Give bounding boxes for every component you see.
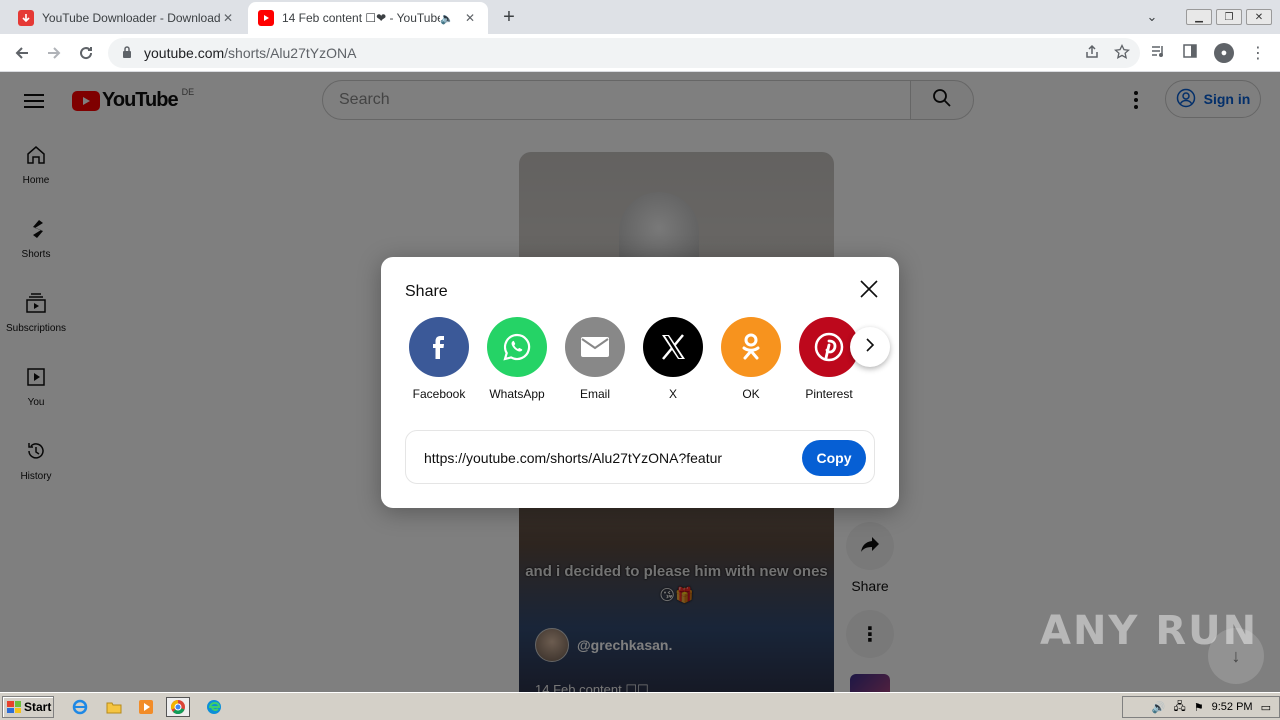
close-icon: [859, 279, 879, 304]
share-ok[interactable]: OK: [721, 317, 781, 401]
minimize-button[interactable]: ▁: [1186, 9, 1212, 25]
share-email[interactable]: Email: [565, 317, 625, 401]
show-desktop-icon[interactable]: ▭: [1261, 701, 1271, 714]
share-whatsapp[interactable]: WhatsApp: [487, 317, 547, 401]
internet-explorer-icon[interactable]: [68, 697, 92, 717]
share-dialog-title: Share: [405, 283, 448, 300]
system-tray: 🔊 🖧 ⚑ 9:52 PM ▭: [1122, 696, 1280, 718]
windows-flag-icon: [7, 701, 21, 713]
download-favicon-icon: [18, 10, 34, 26]
close-dialog-button[interactable]: [855, 277, 883, 305]
share-page-icon[interactable]: [1084, 44, 1100, 63]
volume-icon[interactable]: 🔊: [1152, 701, 1166, 714]
browser-tabstrip: YouTube Downloader - Download YouTube ✕ …: [0, 0, 1280, 34]
x-icon: [643, 317, 703, 377]
share-option-label: OK: [742, 387, 760, 401]
tab-title: 14 Feb content ☐❤ - YouTube: [282, 11, 441, 25]
youtube-favicon-icon: [258, 10, 274, 26]
action-center-flag-icon[interactable]: ⚑: [1194, 701, 1204, 714]
chevron-right-icon: [864, 337, 876, 357]
email-icon: [565, 317, 625, 377]
network-icon[interactable]: 🖧: [1173, 698, 1185, 717]
close-window-button[interactable]: ✕: [1246, 9, 1272, 25]
new-tab-button[interactable]: +: [498, 6, 520, 28]
side-panel-icon[interactable]: [1182, 43, 1198, 64]
tab-title: YouTube Downloader - Download YouTube: [42, 11, 220, 25]
browser-menu-icon[interactable]: ⋮: [1250, 43, 1266, 63]
share-option-label: Facebook: [412, 387, 466, 401]
clock[interactable]: 9:52 PM: [1212, 701, 1253, 713]
share-option-label: WhatsApp: [489, 387, 545, 401]
share-pinterest[interactable]: Pinterest: [799, 317, 859, 401]
close-tab-icon[interactable]: ✕: [220, 11, 236, 25]
media-control-icon[interactable]: [1150, 43, 1166, 64]
restore-button[interactable]: ❐: [1216, 9, 1242, 25]
windows-taskbar: Start 🔊 🖧 ⚑ 9:52 PM ▭: [0, 692, 1280, 720]
ok-icon: [721, 317, 781, 377]
share-option-label: X: [668, 387, 677, 401]
browser-toolbar: youtube.com/shorts/Alu27tYzONA ● ⋮: [0, 34, 1280, 72]
browser-tab-downloader[interactable]: YouTube Downloader - Download YouTube ✕: [8, 2, 246, 34]
copy-button[interactable]: Copy: [802, 440, 866, 476]
chrome-taskbar-icon[interactable]: [166, 697, 190, 717]
tab-search-chevron-icon[interactable]: ⌄: [1138, 9, 1166, 25]
forward-button[interactable]: [40, 40, 68, 66]
url-host: youtube.com: [144, 45, 225, 61]
close-tab-icon[interactable]: ✕: [462, 11, 478, 25]
facebook-icon: [409, 317, 469, 377]
scroll-down-arrow-icon[interactable]: ↓: [1208, 628, 1264, 684]
lock-icon[interactable]: [122, 45, 132, 61]
share-x[interactable]: X: [643, 317, 703, 401]
bookmark-star-icon[interactable]: [1113, 43, 1131, 63]
whatsapp-icon: [487, 317, 547, 377]
reload-button[interactable]: [72, 40, 100, 66]
file-explorer-icon[interactable]: [102, 697, 126, 717]
share-option-label: Pinterest: [805, 387, 853, 401]
start-label: Start: [24, 700, 52, 714]
url-path: /shorts/Alu27tYzONA: [224, 45, 357, 61]
back-button[interactable]: [8, 40, 36, 66]
share-facebook[interactable]: Facebook: [409, 317, 469, 401]
start-button[interactable]: Start: [2, 696, 54, 718]
share-url-input[interactable]: https://youtube.com/shorts/Alu27tYzONA?f…: [424, 450, 794, 466]
share-dialog: Share Facebook WhatsApp Email X OK Pinte…: [381, 257, 899, 508]
address-bar[interactable]: youtube.com/shorts/Alu27tYzONA: [108, 38, 1140, 68]
share-next-button[interactable]: [850, 327, 890, 367]
speaker-icon[interactable]: 🔈: [440, 12, 454, 25]
share-url-box: https://youtube.com/shorts/Alu27tYzONA?f…: [405, 430, 875, 484]
share-option-label: Email: [579, 387, 610, 401]
share-options: Facebook WhatsApp Email X OK Pinterest: [409, 317, 859, 401]
edge-taskbar-icon[interactable]: [202, 697, 226, 717]
media-player-icon[interactable]: [134, 697, 158, 717]
profile-avatar-icon[interactable]: ●: [1214, 43, 1234, 63]
browser-tab-youtube[interactable]: 14 Feb content ☐❤ - YouTube 🔈 ✕: [248, 2, 488, 34]
